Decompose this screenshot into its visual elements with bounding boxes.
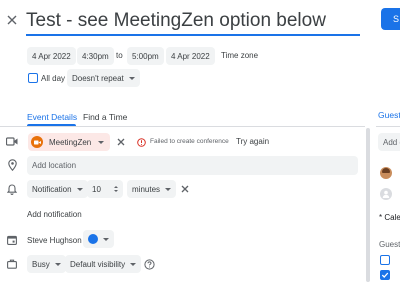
location-input[interactable]: Add location — [27, 156, 358, 175]
location-placeholder: Add location — [32, 161, 77, 170]
notification-type-dropdown[interactable]: Notification — [27, 180, 88, 198]
close-icon — [117, 138, 125, 146]
check-icon — [381, 272, 389, 278]
availability-text: Busy — [32, 259, 50, 269]
guests-divider — [376, 126, 400, 127]
notification-unit-text: minutes — [132, 184, 161, 194]
chevron-down-icon — [103, 237, 109, 241]
start-time-text: 4:30pm — [82, 51, 109, 61]
save-button[interactable]: S — [381, 8, 400, 30]
tab-find-time-label: Find a Time — [83, 112, 128, 122]
guest-permissions-label: Guest — [379, 240, 400, 249]
calendar-icon — [6, 234, 18, 246]
chevron-down-icon — [54, 262, 61, 266]
tab-find-time[interactable]: Find a Time — [83, 107, 127, 127]
person-icon — [382, 190, 390, 198]
visibility-dropdown[interactable]: Default visibility — [65, 255, 142, 273]
end-date-text: 4 Apr 2022 — [171, 51, 210, 61]
start-date-button[interactable]: 4 Apr 2022 — [27, 47, 76, 65]
end-time-button[interactable]: 5:00pm — [127, 47, 164, 65]
chevron-down-icon — [128, 76, 135, 80]
guests-header: Guest — [378, 110, 400, 120]
help-icon — [143, 258, 155, 270]
help-button[interactable] — [143, 258, 155, 270]
close-button[interactable] — [4, 12, 20, 28]
allday-label: All day — [41, 74, 66, 83]
calendar-color-dropdown[interactable] — [83, 230, 114, 248]
add-notification-button[interactable]: Add notification — [27, 210, 82, 219]
video-camera-icon — [6, 136, 18, 146]
error-icon — [136, 137, 146, 147]
guest-avatar-placeholder — [380, 188, 392, 200]
end-date-button[interactable]: 4 Apr 2022 — [166, 47, 215, 65]
stepper-arrows-icon — [114, 186, 118, 192]
calendars-note: * Cale — [379, 213, 400, 222]
close-icon — [7, 15, 17, 25]
end-time-text: 5:00pm — [132, 51, 159, 61]
title-text: Test - see MeetingZen option below — [26, 10, 326, 31]
close-icon — [181, 185, 189, 193]
chevron-down-icon — [130, 262, 137, 266]
start-date-text: 4 Apr 2022 — [32, 51, 71, 61]
try-again-button[interactable]: Try again — [236, 137, 269, 146]
panel-scrollbar[interactable] — [366, 128, 370, 282]
calendar-owner: Steve Hughson — [27, 236, 82, 245]
briefcase-icon — [6, 258, 18, 270]
meetingzen-logo-icon — [31, 136, 43, 148]
to-label: to — [116, 51, 123, 60]
add-guests-input[interactable]: Add g — [378, 133, 400, 151]
visibility-text: Default visibility — [70, 259, 126, 269]
permission-checkbox-checked[interactable] — [380, 270, 390, 280]
notification-unit-dropdown[interactable]: minutes — [127, 180, 177, 198]
calendar-color-swatch — [88, 234, 98, 244]
repeat-text: Doesn't repeat — [72, 73, 124, 83]
save-label: S — [393, 14, 400, 24]
location-pin-icon — [6, 159, 18, 171]
notification-type-text: Notification — [32, 184, 72, 194]
tab-event-details-label: Event Details — [27, 112, 78, 122]
repeat-dropdown[interactable]: Doesn't repeat — [67, 69, 140, 87]
title-input[interactable]: Test - see MeetingZen option below — [26, 8, 360, 36]
conference-chip[interactable]: MeetingZen — [28, 133, 111, 151]
notification-amount-text: 10 — [92, 184, 101, 194]
tabs-divider — [0, 126, 365, 127]
guest-avatar — [380, 167, 392, 179]
remove-notification-button[interactable] — [180, 184, 190, 194]
chevron-down-icon — [76, 187, 83, 191]
chevron-down-icon — [98, 140, 105, 144]
timezone-link[interactable]: Time zone — [221, 51, 258, 60]
notification-amount-stepper[interactable]: 10 — [87, 180, 123, 198]
bell-icon — [6, 183, 18, 195]
conference-error-text: Failed to create conference — [150, 138, 229, 145]
chevron-down-icon — [165, 187, 172, 191]
permission-checkbox-unchecked[interactable] — [380, 255, 390, 265]
start-time-button[interactable]: 4:30pm — [77, 47, 114, 65]
remove-conference-button[interactable] — [116, 137, 126, 147]
conference-name: MeetingZen — [49, 137, 92, 147]
add-guests-placeholder: Add g — [383, 137, 400, 147]
availability-dropdown[interactable]: Busy — [27, 255, 66, 273]
allday-checkbox[interactable] — [28, 73, 38, 83]
